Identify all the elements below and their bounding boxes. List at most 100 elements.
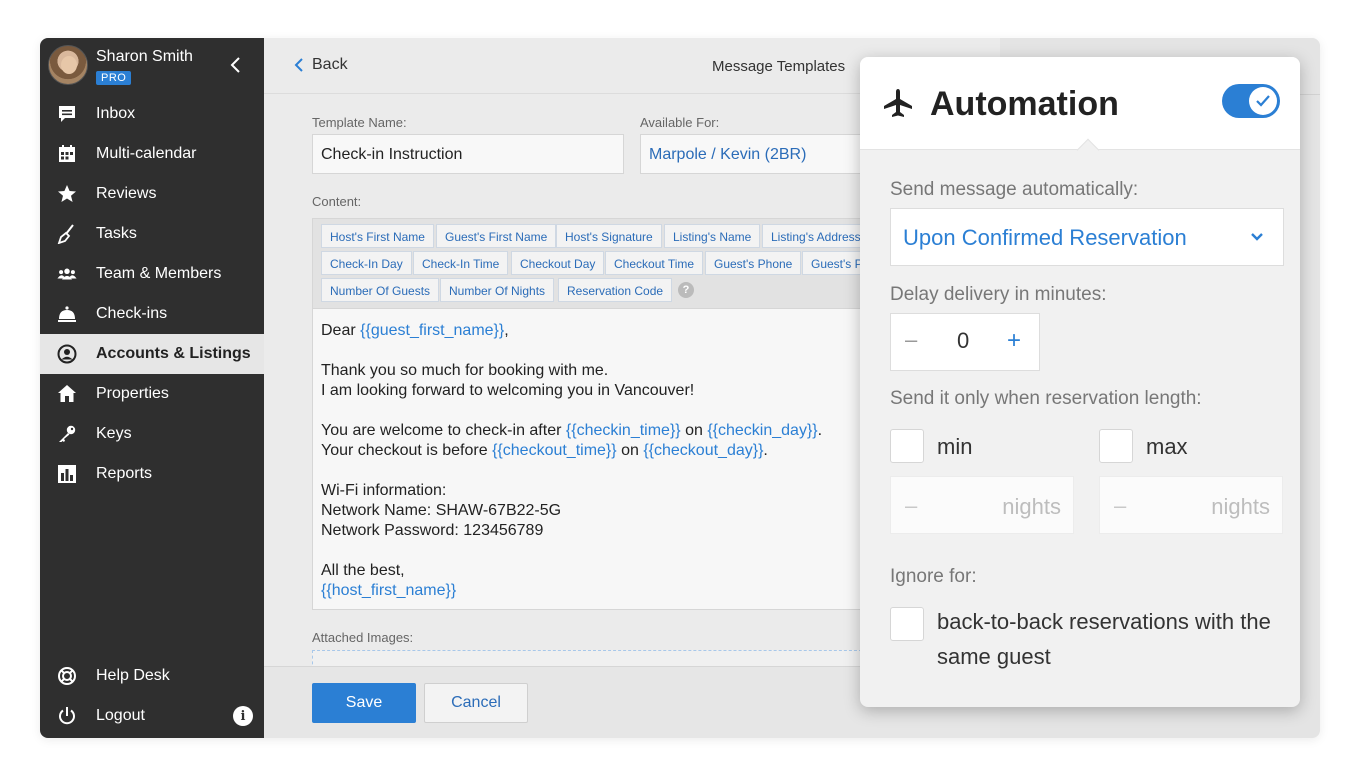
tag-checkout-time[interactable]: Checkout Time — [605, 251, 704, 275]
variable-token: {{checkin_day}} — [707, 422, 818, 439]
power-icon — [57, 706, 77, 726]
min-checkbox[interactable] — [890, 429, 924, 463]
increment-button[interactable]: + — [1007, 327, 1021, 355]
delay-value[interactable]: 0 — [957, 328, 969, 354]
sidebar-item-label: Logout — [96, 707, 145, 724]
content-line: Network Name: SHAW-67B22-5G — [321, 502, 562, 519]
content-line: {{host_first_name}} — [321, 581, 863, 601]
sidebar-item-label: Team & Members — [96, 265, 222, 282]
tag-number-of-nights[interactable]: Number Of Nights — [440, 278, 555, 302]
min-nights-input[interactable]: – nights — [890, 476, 1074, 534]
automation-header: Automation — [860, 57, 1300, 150]
tag-guests-phone[interactable]: Guest's Phone — [705, 251, 802, 275]
sidebar-item-label: Accounts & Listings — [96, 345, 251, 362]
home-icon — [57, 384, 77, 404]
sidebar-item-label: Tasks — [96, 225, 137, 242]
sidebar-item-tasks[interactable]: Tasks — [40, 214, 264, 254]
sidebar-item-label: Keys — [96, 425, 132, 442]
sidebar-item-logout[interactable]: Logout i — [40, 696, 264, 736]
variable-token: {{guest_first_name}} — [360, 322, 505, 339]
min-label: min — [937, 434, 973, 459]
variable-token: {{host_first_name}} — [321, 582, 457, 599]
lifebuoy-icon — [57, 666, 77, 686]
content-label: Content: — [312, 194, 362, 209]
tag-check-in-time[interactable]: Check-In Time — [413, 251, 509, 275]
sidebar-item-multi-calendar[interactable]: Multi-calendar — [40, 134, 264, 174]
sidebar-item-properties[interactable]: Properties — [40, 374, 264, 414]
checkmark-icon — [1256, 95, 1270, 107]
tag-listings-name[interactable]: Listing's Name — [664, 224, 761, 248]
content-line: Thank you so much for booking with me. — [321, 362, 609, 379]
sidebar: Sharon Smith PRO Inbox Multi-calendar Re… — [40, 38, 264, 738]
team-icon — [57, 264, 77, 284]
tag-number-of-guests[interactable]: Number Of Guests — [321, 278, 440, 302]
delay-stepper[interactable]: – 0 + — [890, 313, 1040, 371]
automation-toggle[interactable] — [1222, 84, 1280, 118]
user-name: Sharon Smith — [96, 48, 193, 65]
max-nights-input[interactable]: – nights — [1099, 476, 1283, 534]
back-to-back-label: back-to-back reservations with the same … — [937, 609, 1271, 669]
sidebar-nav: Inbox Multi-calendar Reviews Tasks Team … — [40, 94, 264, 494]
content-line: Wi-Fi information: — [321, 482, 447, 499]
decrement-button[interactable]: – — [905, 327, 917, 353]
send-trigger-select[interactable]: Upon Confirmed Reservation — [890, 208, 1284, 266]
content-editor[interactable]: Dear {{guest_first_name}}, Thank you so … — [312, 308, 872, 610]
ignore-for-label: Ignore for: — [890, 566, 977, 587]
help-icon[interactable]: ? — [678, 282, 694, 298]
sidebar-item-accounts-listings[interactable]: Accounts & Listings — [40, 334, 264, 374]
template-name-label: Template Name: — [312, 115, 407, 130]
star-icon — [57, 184, 77, 204]
calendar-icon — [57, 144, 77, 164]
cancel-button[interactable]: Cancel — [424, 683, 528, 723]
content-line: Network Password: 123456789 — [321, 522, 544, 539]
back-label: Back — [312, 56, 348, 73]
sidebar-item-inbox[interactable]: Inbox — [40, 94, 264, 134]
save-button[interactable]: Save — [312, 683, 416, 723]
sidebar-item-reviews[interactable]: Reviews — [40, 174, 264, 214]
broom-icon — [57, 224, 77, 244]
tag-hosts-signature[interactable]: Host's Signature — [556, 224, 662, 248]
max-label: max — [1146, 434, 1188, 459]
tag-hosts-first-name[interactable]: Host's First Name — [321, 224, 434, 248]
tag-guests-first-name[interactable]: Guest's First Name — [436, 224, 557, 248]
avatar[interactable] — [48, 45, 88, 85]
airplane-icon — [884, 89, 912, 117]
sidebar-item-label: Help Desk — [96, 667, 170, 684]
content-line: Your checkout is before {{checkout_time}… — [321, 442, 768, 459]
sidebar-item-label: Inbox — [96, 105, 136, 122]
sidebar-item-check-ins[interactable]: Check-ins — [40, 294, 264, 334]
sidebar-item-keys[interactable]: Keys — [40, 414, 264, 454]
max-checkbox[interactable] — [1099, 429, 1133, 463]
max-nights-unit: nights — [1211, 494, 1270, 519]
variable-token: {{checkout_day}} — [643, 442, 764, 459]
tag-check-in-day[interactable]: Check-In Day — [321, 251, 412, 275]
page-title: Message Templates — [712, 58, 846, 75]
sidebar-bottom: Help Desk Logout i — [40, 656, 264, 736]
variable-token: {{checkin_time}} — [565, 422, 681, 439]
collapse-sidebar-icon[interactable] — [228, 56, 244, 74]
sidebar-item-team-members[interactable]: Team & Members — [40, 254, 264, 294]
sidebar-item-reports[interactable]: Reports — [40, 454, 264, 494]
reservation-length-label: Send it only when reservation length: — [890, 388, 1202, 409]
key-icon — [57, 424, 77, 444]
tag-reservation-code[interactable]: Reservation Code — [558, 278, 673, 302]
min-nights-unit: nights — [1002, 494, 1061, 519]
back-to-back-checkbox[interactable] — [890, 607, 924, 641]
send-automatically-label: Send message automatically: — [890, 179, 1139, 200]
sidebar-item-help-desk[interactable]: Help Desk — [40, 656, 264, 696]
bar-chart-icon — [57, 464, 77, 484]
template-name-input[interactable]: Check-in Instruction — [312, 134, 624, 174]
tag-checkout-day[interactable]: Checkout Day — [511, 251, 605, 275]
content-line: All the best, — [321, 562, 405, 579]
user-circle-icon — [57, 344, 77, 364]
tag-listings-address[interactable]: Listing's Address — [762, 224, 870, 248]
content-line: Dear {{guest_first_name}}, — [321, 322, 509, 339]
variable-tags: Host's First Name Guest's First Name Hos… — [312, 218, 872, 308]
user-profile[interactable]: Sharon Smith PRO — [40, 38, 264, 94]
back-button[interactable]: Back — [294, 56, 348, 74]
available-for-label: Available For: — [640, 115, 720, 130]
inbox-icon — [57, 104, 77, 124]
info-icon[interactable]: i — [233, 706, 253, 726]
content-line: You are welcome to check-in after {{chec… — [321, 422, 823, 439]
variable-token: {{checkout_time}} — [492, 442, 617, 459]
